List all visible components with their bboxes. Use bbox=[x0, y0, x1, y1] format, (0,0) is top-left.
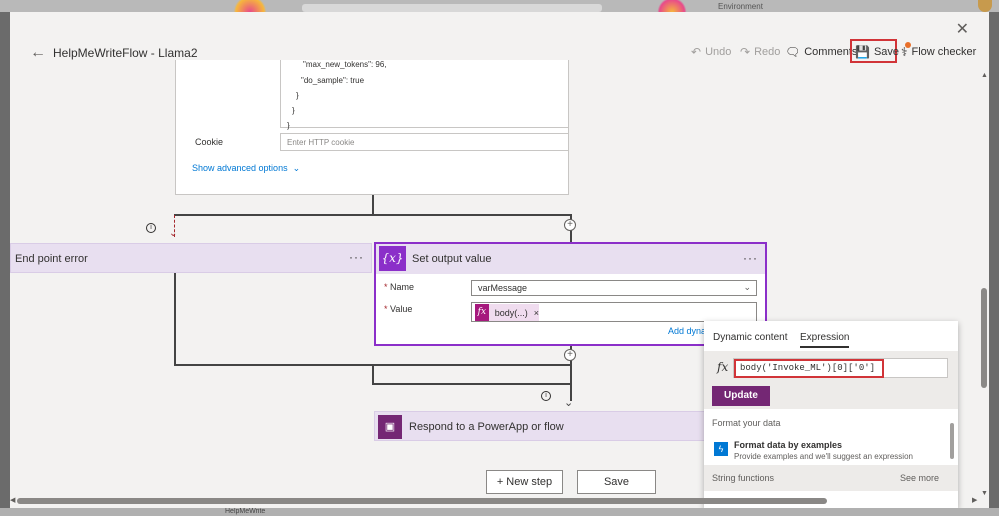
name-field-label: * Name bbox=[384, 282, 415, 292]
see-more-link[interactable]: See more bbox=[900, 473, 939, 483]
respond-title: Respond to a PowerApp or flow bbox=[409, 421, 564, 433]
json-line: "max_new_tokens": 96, bbox=[303, 60, 387, 69]
cookie-input[interactable]: Enter HTTP cookie bbox=[280, 133, 569, 151]
tab-dynamic-content[interactable]: Dynamic content bbox=[713, 332, 787, 343]
advanced-label: Show advanced options bbox=[192, 163, 288, 173]
set-output-header: {x} Set output value ··· bbox=[376, 244, 765, 274]
cookie-label: Cookie bbox=[195, 137, 224, 147]
connector bbox=[174, 214, 570, 216]
chevron-down-icon: ⌄ bbox=[743, 282, 751, 292]
string-functions-section: String functions See more bbox=[704, 465, 958, 491]
avatar bbox=[978, 0, 992, 12]
info-icon[interactable]: i bbox=[146, 223, 156, 233]
format-data-desc: Provide examples and we'll suggest an ex… bbox=[734, 452, 913, 461]
chevron-down-icon: ⌄ bbox=[290, 163, 301, 173]
json-line: } bbox=[292, 106, 295, 115]
expression-token[interactable]: fx body(...) × bbox=[475, 304, 539, 321]
connector bbox=[372, 364, 374, 384]
background-bottom-text: HelpMeWrite bbox=[225, 508, 266, 515]
arrow-down-icon: ⌄ bbox=[564, 397, 574, 409]
value-input[interactable]: fx body(...) × bbox=[471, 302, 757, 322]
fx-icon: fx bbox=[717, 360, 729, 374]
set-output-title: Set output value bbox=[412, 253, 492, 265]
redo-label: Redo bbox=[754, 46, 781, 58]
background-decoration-right bbox=[655, 0, 689, 12]
name-select-value: varMessage bbox=[478, 283, 528, 293]
close-icon[interactable]: ✕ bbox=[956, 19, 969, 39]
expression-bar: fx body('Invoke_ML')[0]['0'] Update bbox=[704, 351, 958, 409]
plus-icon[interactable]: + bbox=[564, 219, 576, 231]
background-decoration bbox=[230, 0, 270, 12]
info-icon[interactable]: i bbox=[541, 391, 551, 401]
flow-editor-modal: ✕ ← HelpMeWriteFlow - Llama2 ↶ Undo ↷ Re… bbox=[10, 12, 989, 508]
respond-to-powerapp-action[interactable]: ▣ Respond to a PowerApp or flow bbox=[374, 411, 714, 441]
expression-panel: Dynamic content Expression fx body('Invo… bbox=[704, 321, 958, 508]
format-data-title[interactable]: Format data by examples bbox=[734, 440, 842, 450]
scroll-down-icon[interactable]: ▼ bbox=[981, 490, 988, 497]
flow-title: HelpMeWriteFlow - Llama2 bbox=[53, 46, 198, 60]
format-data-icon: ϟ bbox=[714, 442, 728, 456]
undo-label: Undo bbox=[705, 46, 732, 58]
connector bbox=[372, 195, 374, 215]
body-json-editor[interactable]: "max_new_tokens": 96, "do_sample": true … bbox=[280, 60, 569, 130]
flow-canvas[interactable]: "max_new_tokens": 96, "do_sample": true … bbox=[10, 60, 989, 508]
undo-button[interactable]: ↶ Undo bbox=[691, 45, 731, 59]
error-arrow-icon: ⌄ bbox=[169, 228, 178, 239]
show-advanced-options-link[interactable]: Show advanced options ⌄ bbox=[192, 163, 300, 174]
token-label: body(...) bbox=[494, 307, 528, 318]
save-label: Save bbox=[873, 46, 900, 58]
scroll-up-icon[interactable]: ▲ bbox=[981, 72, 988, 79]
fx-icon: fx bbox=[475, 304, 489, 321]
back-arrow-icon[interactable]: ← bbox=[30, 44, 46, 62]
remove-token-icon[interactable]: × bbox=[534, 308, 539, 318]
plus-icon[interactable]: + bbox=[564, 349, 576, 361]
string-functions-label: String functions bbox=[712, 473, 775, 483]
environment-label: Environment bbox=[718, 2, 763, 11]
save-icon: 💾 bbox=[855, 45, 870, 59]
redo-icon: ↷ bbox=[740, 45, 751, 59]
name-select[interactable]: varMessage ⌄ bbox=[471, 280, 757, 296]
flow-checker-label: Flow checker bbox=[911, 46, 977, 58]
undo-icon: ↶ bbox=[691, 45, 702, 59]
end-point-error-title: End point error bbox=[15, 253, 88, 265]
connector bbox=[174, 273, 176, 365]
scroll-left-icon[interactable]: ◀ bbox=[10, 496, 15, 504]
connector bbox=[372, 383, 570, 385]
powerapps-icon: ▣ bbox=[378, 415, 402, 439]
save-button[interactable]: 💾 Save bbox=[855, 45, 899, 59]
panel-scrollbar[interactable] bbox=[950, 423, 954, 459]
new-step-button[interactable]: + New step bbox=[486, 470, 563, 494]
add-dynamic-content-link[interactable]: Add dyna bbox=[668, 326, 706, 336]
panel-tabs: Dynamic content Expression bbox=[704, 321, 958, 351]
background-bottom-bar: HelpMeWrite bbox=[0, 508, 999, 516]
redo-button[interactable]: ↷ Redo bbox=[740, 45, 780, 59]
background-top-bar: Environment bbox=[0, 0, 999, 12]
flow-checker-button[interactable]: ⚕ Flow checker bbox=[901, 42, 977, 59]
background-search bbox=[302, 4, 602, 12]
comment-icon: 🗨 bbox=[785, 45, 801, 59]
update-button[interactable]: Update bbox=[712, 386, 770, 406]
format-section-label: Format your data bbox=[712, 418, 781, 428]
http-action-card: "max_new_tokens": 96, "do_sample": true … bbox=[175, 60, 569, 195]
flow-checker-icon: ⚕ bbox=[901, 42, 911, 59]
comments-button[interactable]: 🗨 Comments bbox=[785, 45, 857, 59]
expression-input[interactable]: body('Invoke_ML')[0]['0'] bbox=[734, 359, 884, 378]
vertical-scrollbar[interactable] bbox=[981, 288, 987, 388]
scroll-right-icon[interactable]: ▶ bbox=[972, 496, 977, 504]
json-line: } bbox=[287, 121, 290, 130]
variable-icon: {x} bbox=[379, 246, 406, 271]
end-point-error-menu[interactable]: ··· bbox=[349, 250, 364, 264]
set-output-menu[interactable]: ··· bbox=[743, 251, 758, 265]
tab-expression[interactable]: Expression bbox=[800, 332, 850, 348]
json-line: } bbox=[296, 91, 299, 100]
save-flow-button[interactable]: Save bbox=[577, 470, 656, 494]
json-line: "do_sample": true bbox=[301, 76, 365, 85]
horizontal-scrollbar[interactable] bbox=[17, 498, 827, 504]
end-point-error-action[interactable]: End point error ··· bbox=[10, 243, 372, 273]
value-field-label: * Value bbox=[384, 304, 413, 314]
